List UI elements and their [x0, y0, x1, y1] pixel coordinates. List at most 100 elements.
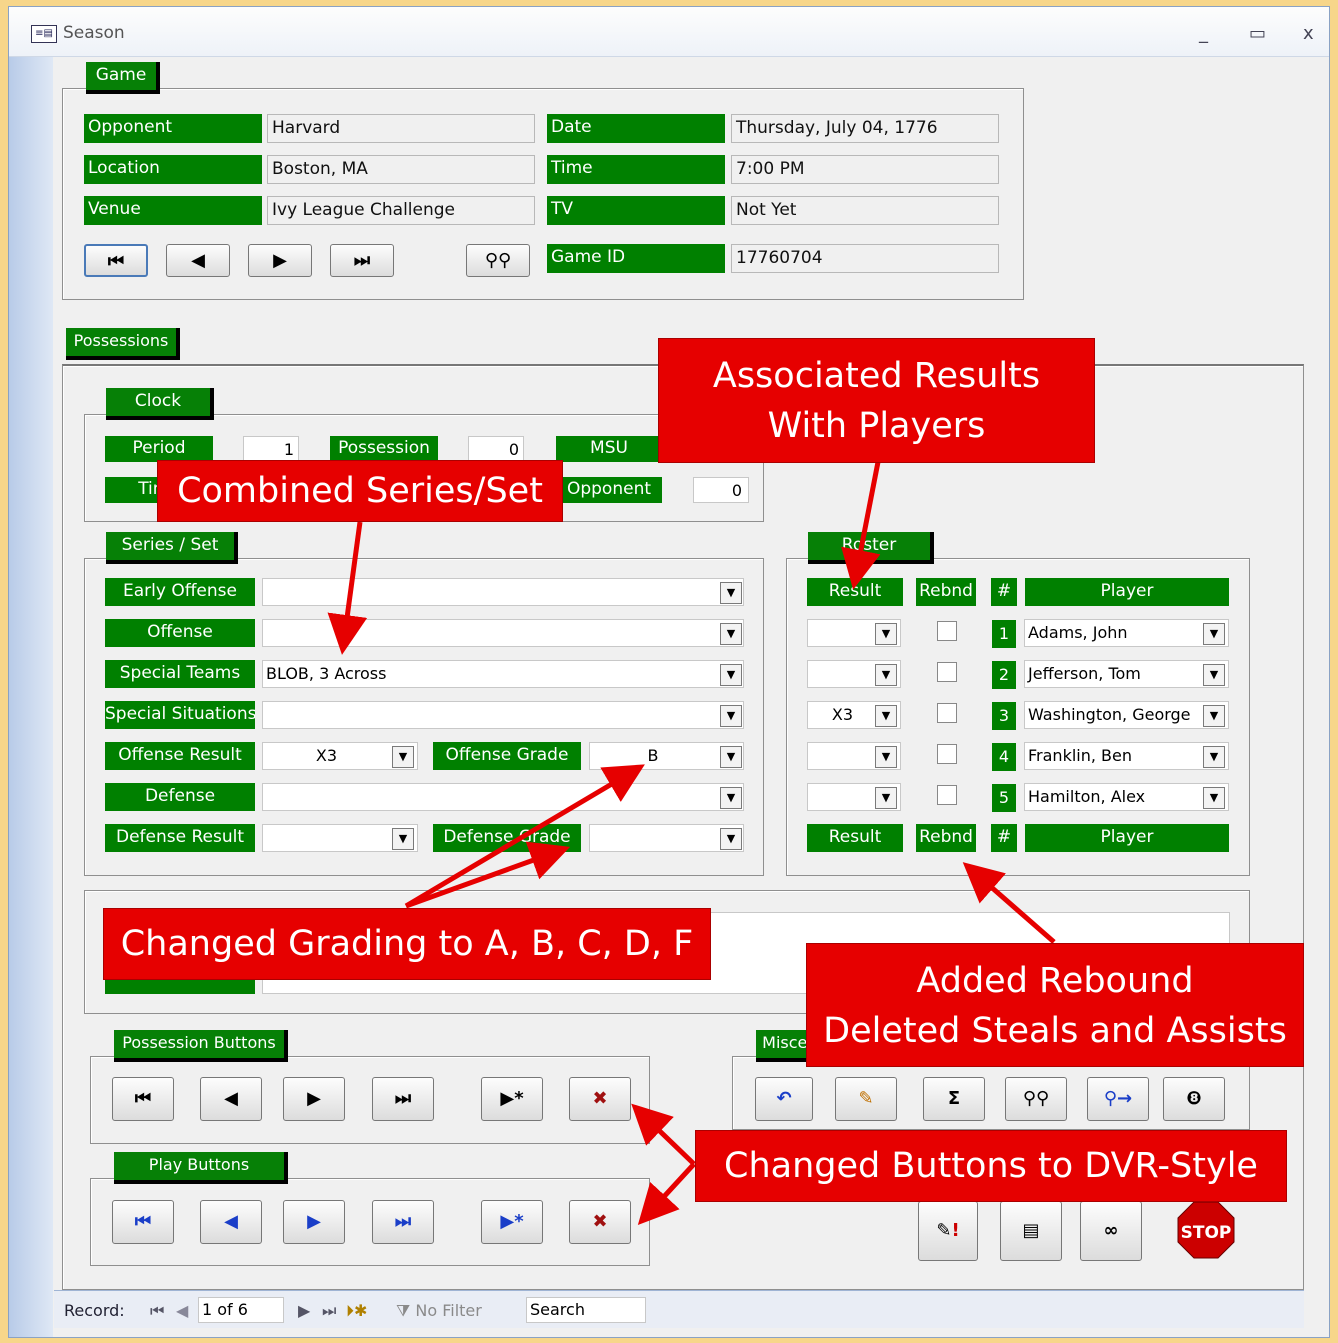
special-teams-field[interactable]: BLOB, 3 Across	[262, 660, 744, 688]
defense-result-dropdown[interactable]: ▼	[392, 828, 414, 850]
form-view-button[interactable]: ▤	[1000, 1201, 1062, 1261]
player-dropdown[interactable]: ▼	[1203, 705, 1225, 727]
offense-grade-dropdown[interactable]: ▼	[720, 746, 742, 768]
game-find-button[interactable]: ⚲⚲	[466, 244, 530, 277]
date-value[interactable]: Thursday, July 04, 1776	[731, 114, 999, 143]
find-button[interactable]: ⚲⚲	[1005, 1077, 1067, 1121]
roster-result-dropdown[interactable]: ▼	[875, 664, 897, 686]
game-next-button[interactable]: ▶	[248, 244, 312, 277]
left-shade	[9, 57, 53, 1337]
possession-new-button[interactable]: ▶*	[481, 1077, 543, 1121]
record-number-input[interactable]: 1 of 6	[198, 1297, 284, 1323]
special-situations-label: Special Situations	[105, 701, 255, 729]
player-dropdown[interactable]: ▼	[1203, 746, 1225, 768]
find-next-button[interactable]: ⚲→	[1087, 1077, 1149, 1121]
report-button[interactable]: ✎!	[918, 1201, 978, 1261]
rebound-checkbox[interactable]	[937, 744, 957, 764]
roster-result-dropdown[interactable]: ▼	[875, 705, 897, 727]
first-record-button[interactable]: ⏮	[150, 1301, 164, 1321]
prev-record-button[interactable]: ◀	[176, 1301, 188, 1320]
player-number: 4	[992, 743, 1016, 771]
possession-delete-button[interactable]: ✖	[569, 1077, 631, 1121]
close-button[interactable]: x	[1303, 23, 1314, 44]
player-dropdown[interactable]: ▼	[1203, 787, 1225, 809]
early-offense-label: Early Offense	[105, 578, 255, 606]
venue-value[interactable]: Ivy League Challenge	[267, 196, 535, 225]
player-dropdown[interactable]: ▼	[1203, 664, 1225, 686]
rebound-checkbox[interactable]	[937, 621, 957, 641]
play-prev-button[interactable]: ◀	[200, 1200, 262, 1244]
special-teams-dropdown[interactable]: ▼	[720, 664, 742, 686]
new-record-button[interactable]: ⏵✱	[346, 1301, 367, 1321]
venue-label: Venue	[84, 196, 262, 225]
player-dropdown[interactable]: ▼	[1203, 623, 1225, 645]
player-number: 3	[992, 702, 1016, 730]
maximize-button[interactable]: ▭	[1249, 23, 1266, 44]
roster-result-dropdown[interactable]: ▼	[875, 787, 897, 809]
possession-last-button[interactable]: ⏭	[372, 1077, 434, 1121]
undo-button[interactable]: ↶	[755, 1077, 813, 1121]
play-next-button[interactable]: ▶	[283, 1200, 345, 1244]
rebound-checkbox[interactable]	[937, 703, 957, 723]
callout-associated-line2: With Players	[767, 406, 986, 446]
offense-dropdown[interactable]: ▼	[720, 623, 742, 645]
rebound-checkbox[interactable]	[937, 662, 957, 682]
roster-rebnd-header: Rebnd	[916, 578, 976, 606]
stop-button[interactable]: STOP	[1176, 1201, 1236, 1261]
player-field[interactable]: Adams, John	[1024, 619, 1229, 647]
player-field[interactable]: Washington, George	[1024, 701, 1229, 729]
defense-grade-dropdown[interactable]: ▼	[720, 828, 742, 850]
play-new-button[interactable]: ▶*	[481, 1200, 543, 1244]
callout-rebound-line1: Added Rebound	[916, 961, 1194, 1001]
delete-record-icon: ✖	[592, 1088, 608, 1109]
early-offense-dropdown[interactable]: ▼	[720, 582, 742, 604]
roster-result-dropdown[interactable]: ▼	[875, 623, 897, 645]
opponent-label: Opponent	[84, 114, 262, 143]
play-last-button[interactable]: ⏭	[372, 1200, 434, 1244]
early-offense-field[interactable]	[262, 578, 744, 606]
minimize-button[interactable]: _	[1199, 23, 1208, 44]
tv-value[interactable]: Not Yet	[731, 196, 999, 225]
opponent-score-value[interactable]: 0	[693, 477, 749, 503]
undo-icon: ↶	[776, 1088, 792, 1109]
player-field[interactable]: Hamilton, Alex	[1024, 783, 1229, 811]
possession-buttons-frame	[90, 1056, 650, 1144]
totals-button[interactable]: Σ	[923, 1077, 985, 1121]
next-record-button[interactable]: ▶	[298, 1301, 310, 1320]
opponent-score-label: Opponent	[556, 477, 662, 503]
last-record-button[interactable]: ⏭	[322, 1301, 336, 1321]
game-last-button[interactable]: ⏭	[330, 244, 394, 277]
search-input[interactable]: Search	[526, 1297, 646, 1323]
roster-result-dropdown[interactable]: ▼	[875, 746, 897, 768]
game-id-value[interactable]: 17760704	[731, 244, 999, 273]
player-field[interactable]: Jefferson, Tom	[1024, 660, 1229, 688]
special-situations-field[interactable]	[262, 701, 744, 729]
special-teams-label: Special Teams	[105, 660, 255, 688]
special-situations-dropdown[interactable]: ▼	[720, 705, 742, 727]
possession-value[interactable]: 0	[468, 436, 524, 462]
location-value[interactable]: Boston, MA	[267, 155, 535, 184]
preview-button[interactable]: ∞	[1080, 1201, 1142, 1261]
possession-next-button[interactable]: ▶	[283, 1077, 345, 1121]
offense-field[interactable]	[262, 619, 744, 647]
callout-rebound: Added Rebound Deleted Steals and Assists	[806, 943, 1304, 1067]
player-field[interactable]: Franklin, Ben	[1024, 742, 1229, 770]
defense-dropdown[interactable]: ▼	[720, 787, 742, 809]
possession-first-button[interactable]: ⏮	[112, 1077, 174, 1121]
play-delete-button[interactable]: ✖	[569, 1200, 631, 1244]
filter-button[interactable]: ⧩ No Filter	[396, 1301, 482, 1321]
time-value[interactable]: 7:00 PM	[731, 155, 999, 184]
game-first-button[interactable]: ⏮	[84, 244, 148, 277]
opponent-value[interactable]: Harvard	[267, 114, 535, 143]
defense-field[interactable]	[262, 783, 744, 811]
play-first-button[interactable]: ⏮	[112, 1200, 174, 1244]
edit-button[interactable]: ✎	[835, 1077, 897, 1121]
offense-result-dropdown[interactable]: ▼	[392, 746, 414, 768]
game-prev-button[interactable]: ◀	[166, 244, 230, 277]
possession-prev-button[interactable]: ◀	[200, 1077, 262, 1121]
period-value[interactable]: 1	[243, 436, 299, 462]
rebound-checkbox[interactable]	[937, 785, 957, 805]
eight-ball-button[interactable]: ❽	[1163, 1077, 1225, 1121]
roster-section-label: Roster	[808, 532, 934, 564]
clock-section-label: Clock	[106, 388, 214, 420]
